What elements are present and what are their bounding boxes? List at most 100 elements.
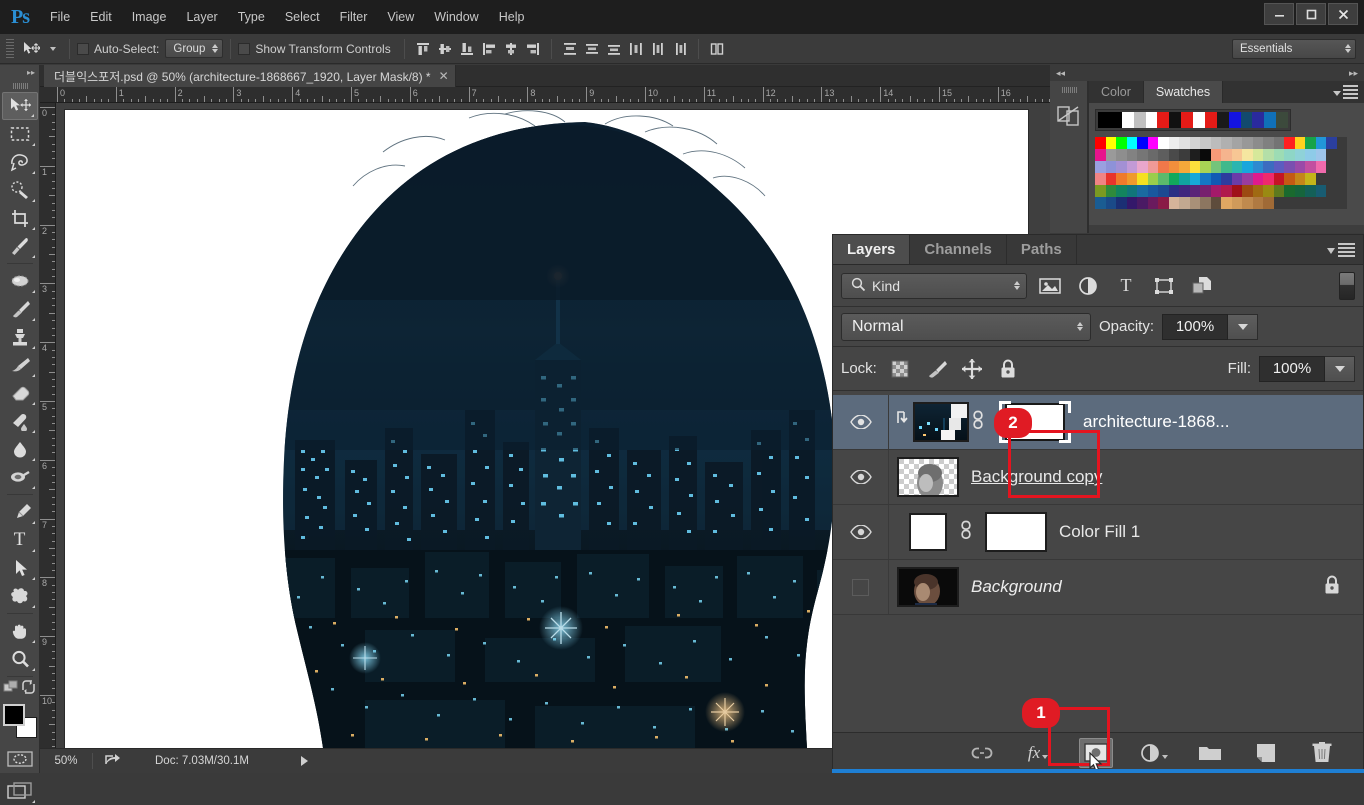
toolbar-collapse-button[interactable]: ▸▸	[0, 65, 39, 80]
toolbar-grip[interactable]	[11, 80, 28, 92]
color-swatch[interactable]	[1200, 173, 1211, 185]
color-swatch[interactable]	[1116, 149, 1127, 161]
close-icon[interactable]: ✕	[439, 69, 449, 83]
panel-menu-icon[interactable]	[1333, 85, 1358, 101]
color-swatch[interactable]	[1294, 197, 1305, 209]
color-swatch[interactable]	[1105, 197, 1116, 209]
color-swatch[interactable]	[1273, 149, 1284, 161]
color-swatch[interactable]	[1263, 161, 1274, 173]
menu-select[interactable]: Select	[275, 0, 330, 34]
color-swatch[interactable]	[1179, 149, 1190, 161]
color-swatch[interactable]	[1126, 173, 1137, 185]
color-swatch[interactable]	[1336, 173, 1347, 185]
foreground-color-swatch[interactable]	[2, 704, 25, 726]
filter-shape-layers-icon[interactable]	[1149, 273, 1179, 299]
custom-shape-tool[interactable]	[2, 582, 38, 610]
distribute-top-edges-icon[interactable]	[559, 38, 581, 60]
menu-window[interactable]: Window	[424, 0, 488, 34]
color-swatch[interactable]	[1168, 149, 1179, 161]
gradient-tool[interactable]	[2, 407, 38, 435]
tab-layers[interactable]: Layers	[833, 235, 911, 264]
layer-thumbnail[interactable]	[897, 567, 959, 607]
layer-name[interactable]: Background	[971, 577, 1062, 597]
color-swatch[interactable]	[1336, 197, 1347, 209]
layer-visibility-toggle[interactable]	[833, 560, 889, 614]
color-swatch[interactable]	[1294, 161, 1305, 173]
color-swatch[interactable]	[1210, 197, 1221, 209]
color-swatch[interactable]	[1105, 137, 1116, 149]
color-swatch[interactable]	[1221, 137, 1232, 149]
tab-color[interactable]: Color	[1089, 81, 1144, 103]
hand-tool[interactable]	[2, 617, 38, 645]
color-swatch[interactable]	[1315, 197, 1326, 209]
recent-swatch[interactable]	[1252, 112, 1265, 128]
layer-thumbnail[interactable]	[913, 402, 969, 442]
color-swatch[interactable]	[1147, 173, 1158, 185]
recent-swatch[interactable]	[1264, 112, 1277, 128]
distribute-vertical-centers-icon[interactable]	[581, 38, 603, 60]
menu-image[interactable]: Image	[122, 0, 177, 34]
new-layer-button[interactable]	[1251, 739, 1281, 767]
color-swatch[interactable]	[1095, 173, 1106, 185]
lasso-tool[interactable]	[2, 148, 38, 176]
color-swatch[interactable]	[1284, 173, 1295, 185]
menu-help[interactable]: Help	[489, 0, 535, 34]
color-swatch[interactable]	[1305, 185, 1316, 197]
color-swatch[interactable]	[1189, 161, 1200, 173]
path-selection-tool[interactable]	[2, 554, 38, 582]
color-swatch[interactable]	[1210, 161, 1221, 173]
history-brush-tool[interactable]	[2, 351, 38, 379]
color-swatch[interactable]	[1242, 137, 1253, 149]
color-swatch[interactable]	[1315, 185, 1326, 197]
layer-name[interactable]: Color Fill 1	[1059, 522, 1140, 542]
icon-dock-grip[interactable]	[1060, 84, 1077, 96]
color-swatch[interactable]	[1252, 173, 1263, 185]
link-layers-button[interactable]	[967, 739, 997, 767]
color-swatch[interactable]	[1210, 149, 1221, 161]
recent-swatch[interactable]	[1193, 112, 1205, 128]
color-swatch[interactable]	[1231, 137, 1242, 149]
distribute-left-edges-icon[interactable]	[625, 38, 647, 60]
color-swatch[interactable]	[1315, 137, 1326, 149]
color-swatch[interactable]	[1116, 173, 1127, 185]
link-thumbnails-icon[interactable]	[957, 520, 975, 544]
share-icon[interactable]	[105, 752, 121, 771]
new-group-button[interactable]	[1195, 739, 1225, 767]
filter-type-layers-icon[interactable]: T	[1111, 273, 1141, 299]
color-swatch[interactable]	[1294, 185, 1305, 197]
color-swatch[interactable]	[1231, 149, 1242, 161]
color-swatch[interactable]	[1126, 161, 1137, 173]
color-swatch[interactable]	[1284, 137, 1295, 149]
blend-mode-select[interactable]: Normal	[841, 312, 1091, 341]
color-swatch[interactable]	[1168, 173, 1179, 185]
brush-tool[interactable]	[2, 295, 38, 323]
recent-swatch[interactable]	[1133, 112, 1146, 128]
color-swatch[interactable]	[1179, 197, 1190, 209]
color-swatch[interactable]	[1305, 161, 1316, 173]
recent-swatch[interactable]	[1121, 112, 1134, 128]
color-swatch[interactable]	[1326, 149, 1337, 161]
move-tool-icon[interactable]	[18, 38, 44, 60]
quick-selection-tool[interactable]	[2, 176, 38, 204]
color-swatch[interactable]	[1221, 149, 1232, 161]
color-swatch[interactable]	[1326, 173, 1337, 185]
color-swatch[interactable]	[1137, 149, 1148, 161]
color-swatch[interactable]	[1126, 197, 1137, 209]
align-top-edges-icon[interactable]	[412, 38, 434, 60]
lock-transparent-pixels-icon[interactable]	[887, 356, 913, 382]
move-tool[interactable]	[1, 92, 38, 120]
quick-mask-button[interactable]	[2, 745, 38, 773]
color-swatch[interactable]	[1210, 137, 1221, 149]
fill-value[interactable]: 100%	[1259, 355, 1325, 382]
screen-mode-button[interactable]	[2, 777, 38, 805]
color-swatch[interactable]	[1168, 137, 1179, 149]
recent-swatches[interactable]	[1095, 109, 1291, 131]
color-swatch[interactable]	[1284, 161, 1295, 173]
show-transform-controls-checkbox[interactable]	[238, 42, 251, 55]
color-swatch[interactable]	[1158, 137, 1169, 149]
menu-file[interactable]: File	[40, 0, 80, 34]
document-tab[interactable]: 더블익스포저.psd @ 50% (architecture-1868667_1…	[44, 65, 456, 87]
color-swatch[interactable]	[1242, 197, 1253, 209]
tab-swatches[interactable]: Swatches	[1143, 81, 1224, 103]
fill-slider-button[interactable]	[1325, 355, 1355, 382]
